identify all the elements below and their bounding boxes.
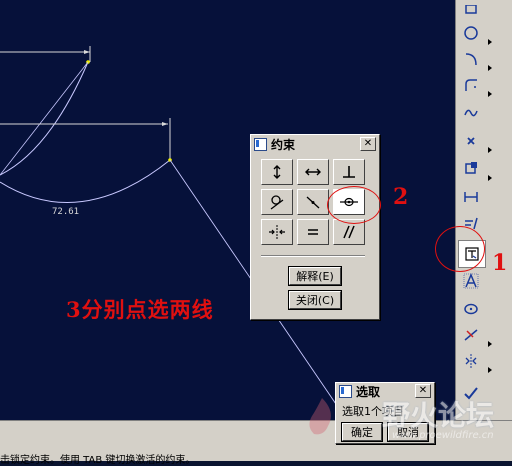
use-edge-icon	[465, 162, 477, 174]
arc-tool[interactable]	[458, 46, 484, 72]
palette-tool[interactable]	[458, 296, 484, 322]
point-on-entity-constraint-button[interactable]	[297, 189, 329, 215]
dialog-app-icon	[254, 137, 267, 151]
annotation-step-1: 1	[492, 250, 508, 276]
annotation-step-3: 3分别点选两线	[66, 297, 214, 322]
triangle-right-icon	[488, 341, 492, 347]
annotation-step-2: 2	[393, 184, 409, 210]
constraint-dialog-close-button[interactable]: ✕	[360, 137, 376, 151]
trim-icon	[464, 329, 478, 341]
flame-logo-icon	[309, 398, 331, 435]
rectangle-icon	[465, 5, 477, 14]
text-a-icon	[463, 273, 479, 289]
triangle-right-icon	[488, 147, 492, 153]
point-on-line-icon	[306, 196, 320, 209]
explain-button[interactable]: 解释(E)	[288, 266, 342, 286]
tangent-constraint-button[interactable]	[261, 189, 293, 215]
circle-tool-flyout[interactable]	[487, 30, 493, 45]
mirror-tool[interactable]	[458, 348, 484, 374]
arc-icon	[465, 53, 477, 66]
point-tool-flyout[interactable]	[487, 138, 493, 153]
fillet-icon	[465, 79, 477, 91]
dimension-arrow-middle	[162, 122, 168, 126]
forum-watermark: 野火论坛 www.proewildfire.cn	[300, 392, 512, 450]
line-top-diagonal	[0, 61, 89, 176]
equal-icon	[308, 229, 318, 235]
annotation-circle-2	[327, 186, 381, 224]
tangent-icon	[270, 195, 284, 210]
sketch-toolbar	[455, 0, 512, 420]
mirror-icon	[465, 354, 477, 368]
fillet-tool[interactable]	[458, 72, 484, 98]
symmetric-icon	[269, 225, 285, 239]
annotation-circle-1	[435, 226, 485, 272]
close-button[interactable]: 关闭(C)	[288, 290, 342, 310]
constraint-dialog-titlebar[interactable]: 约束 ✕	[251, 135, 379, 153]
arc-tool-flyout[interactable]	[487, 56, 493, 71]
dimension-icon	[464, 192, 478, 202]
triangle-right-icon	[488, 39, 492, 45]
triangle-right-icon	[488, 367, 492, 373]
dimension-label[interactable]: 72.61	[52, 207, 79, 217]
dimension-arrow-top	[84, 50, 90, 54]
perpendicular-icon	[343, 166, 355, 178]
point-x-icon	[467, 137, 475, 145]
circle-tool[interactable]	[458, 20, 484, 46]
dimension-tool[interactable]	[458, 184, 484, 210]
sketch-geometry: 72.61	[0, 46, 341, 411]
trim-tool[interactable]	[458, 322, 484, 348]
constraint-dialog-title: 约束	[271, 137, 296, 152]
vertical-constraint-button[interactable]	[261, 159, 293, 185]
sketch-canvas[interactable]: 72.61	[0, 0, 455, 420]
use-edge-tool-flyout[interactable]	[487, 166, 493, 181]
parallel-icon	[343, 225, 355, 239]
triangle-right-icon	[488, 91, 492, 97]
arc-bottom	[0, 159, 171, 203]
equal-constraint-button[interactable]	[297, 219, 329, 245]
constraint-dialog-separator	[261, 255, 365, 257]
vertical-arrow-icon	[273, 165, 281, 179]
use-edge-tool[interactable]	[458, 156, 484, 182]
triangle-right-icon	[488, 65, 492, 71]
spline-tool[interactable]	[458, 100, 484, 126]
horizontal-constraint-button[interactable]	[297, 159, 329, 185]
spline-icon	[464, 109, 478, 117]
watermark-url: www.proewildfire.cn	[392, 430, 494, 441]
horizontal-arrow-icon	[305, 168, 321, 176]
constraint-dialog: 约束 ✕ 解释(E) 关闭(C)	[250, 134, 380, 320]
perpendicular-constraint-button[interactable]	[333, 159, 365, 185]
point-tool[interactable]	[458, 128, 484, 154]
palette-icon	[464, 303, 478, 315]
mirror-tool-flyout[interactable]	[487, 358, 493, 373]
trim-tool-flyout[interactable]	[487, 332, 493, 347]
circle-icon	[464, 26, 478, 40]
fillet-tool-flyout[interactable]	[487, 82, 493, 97]
status-message: 击锁定约束。使用 TAB 键切换激活的约束。	[0, 455, 196, 466]
watermark-title: 野火论坛	[382, 399, 495, 432]
triangle-right-icon	[488, 175, 492, 181]
symmetric-constraint-button[interactable]	[261, 219, 293, 245]
